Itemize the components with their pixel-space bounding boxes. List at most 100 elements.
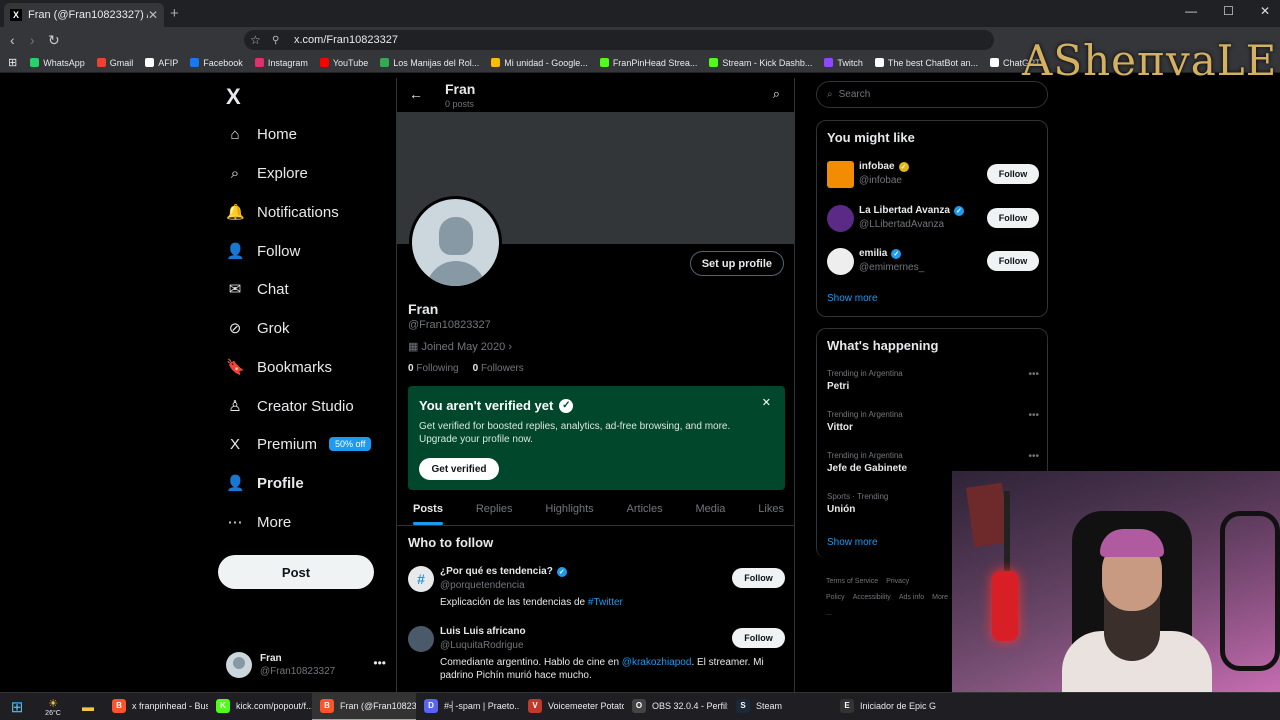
- nav-item-premium[interactable]: X Premium 50% off: [226, 429, 372, 459]
- trend-context: Trending in Argentina: [827, 451, 903, 460]
- reload-icon[interactable]: ↻: [48, 32, 60, 49]
- get-verified-button[interactable]: Get verified: [419, 458, 499, 480]
- apps-grid-icon[interactable]: ⊞: [8, 56, 17, 69]
- taskbar-app[interactable]: Kkick.com/popout/f...: [208, 693, 312, 720]
- taskbar-app[interactable]: S Steam: [728, 693, 832, 720]
- more-options-icon[interactable]: •••: [1028, 451, 1039, 462]
- show-more-link[interactable]: Show more: [827, 537, 878, 548]
- new-tab-icon[interactable]: +: [170, 5, 179, 22]
- taskbar-app[interactable]: B Fran (@Fran10823...: [312, 692, 416, 720]
- taskbar-app[interactable]: O OBS 32.0.4 - Perfil:...: [624, 693, 728, 720]
- bookmark-item[interactable]: YouTube: [315, 58, 373, 68]
- footer-link[interactable]: Ads info: [899, 594, 924, 601]
- footer-link[interactable]: Terms of Service: [826, 578, 878, 585]
- might-like-item[interactable]: emilia ✓ @emimernes_ Follow: [827, 248, 1039, 278]
- close-tab-icon[interactable]: ✕: [148, 8, 158, 22]
- x-logo-icon[interactable]: X: [226, 84, 241, 110]
- avatar[interactable]: [827, 161, 854, 188]
- nav-item-more[interactable]: ⋯ More: [226, 507, 292, 537]
- suggestion-name[interactable]: ¿Por qué es tendencia? ✓: [440, 566, 567, 577]
- bookmark-item[interactable]: The best ChatBot an...: [870, 58, 983, 68]
- bookmark-item[interactable]: Mi unidad - Google...: [486, 58, 593, 68]
- suggestion-name[interactable]: Luis Luis africano: [440, 626, 526, 637]
- nav-item-follow[interactable]: 👤 Follow: [226, 236, 300, 266]
- trend-item[interactable]: Trending in Argentina Petri •••: [827, 369, 1039, 392]
- taskbar-app[interactable]: E Iniciador de Epic G...: [832, 693, 936, 720]
- show-more-link[interactable]: Show more: [827, 293, 878, 304]
- tab-media[interactable]: Media: [695, 496, 725, 525]
- maximize-icon[interactable]: ☐: [1223, 4, 1234, 18]
- tab-replies[interactable]: Replies: [476, 496, 513, 525]
- follow-button[interactable]: Follow: [987, 208, 1039, 228]
- search-icon[interactable]: ⌕: [773, 86, 780, 102]
- follow-button[interactable]: Follow: [987, 164, 1039, 184]
- more-options-icon[interactable]: •••: [373, 656, 386, 670]
- account-name[interactable]: La Libertad Avanza ✓: [859, 205, 964, 216]
- taskbar-app[interactable]: V Voicemeeter Potato: [520, 693, 624, 720]
- might-like-item[interactable]: infobae ✓ @infobae Follow: [827, 161, 1039, 191]
- tab-posts[interactable]: Posts: [413, 496, 443, 525]
- taskbar-app[interactable]: D #╡-spam | Praeto...: [416, 693, 520, 720]
- bookmark-item[interactable]: Gmail: [92, 58, 139, 68]
- bookmark-item[interactable]: AFIP: [140, 58, 183, 68]
- nav-item-chat[interactable]: ✉ Chat: [226, 274, 289, 304]
- bookmark-page-icon[interactable]: ☆: [250, 33, 261, 47]
- account-switcher[interactable]: Fran @Fran10823327 •••: [226, 648, 386, 682]
- nav-item-bookmarks[interactable]: 🔖 Bookmarks: [226, 352, 332, 382]
- close-window-icon[interactable]: ✕: [1260, 4, 1270, 18]
- profile-avatar[interactable]: [409, 196, 502, 289]
- profile-handle: @Fran10823327: [408, 319, 491, 331]
- start-menu-icon[interactable]: ⊞: [0, 693, 34, 720]
- avatar[interactable]: [827, 205, 854, 232]
- bookmark-item[interactable]: Twitch: [819, 58, 868, 68]
- site-info-icon[interactable]: ⚲: [272, 35, 279, 46]
- url-field[interactable]: ☆ ⚲ x.com/Fran10823327: [244, 30, 994, 50]
- file-explorer-icon[interactable]: ▬: [72, 693, 104, 720]
- account-name[interactable]: emilia ✓: [859, 248, 902, 259]
- following-link[interactable]: 0 Following: [408, 363, 459, 374]
- trend-item[interactable]: Trending in Argentina Vittor •••: [827, 410, 1039, 433]
- follow-button[interactable]: Follow: [732, 568, 785, 588]
- nav-item-notifications[interactable]: 🔔 Notifications: [226, 197, 339, 227]
- bio-link[interactable]: @krakozhiapod: [622, 657, 692, 668]
- setup-profile-button[interactable]: Set up profile: [689, 251, 784, 276]
- minimize-icon[interactable]: —: [1185, 4, 1197, 18]
- nav-item-home[interactable]: ⌂ Home: [226, 119, 297, 149]
- back-arrow-icon[interactable]: ←: [409, 86, 423, 102]
- browser-tab-active[interactable]: X Fran (@Fran10823327) / X ✕: [4, 3, 164, 27]
- tab-articles[interactable]: Articles: [627, 496, 663, 525]
- taskbar-app[interactable]: Bx franpinhead - Bus...: [104, 693, 208, 720]
- forward-icon[interactable]: ›: [30, 32, 35, 48]
- account-name[interactable]: infobae ✓: [859, 161, 909, 172]
- nav-item-label: Premium: [257, 435, 318, 453]
- bookmark-item[interactable]: Facebook: [185, 58, 248, 68]
- post-button[interactable]: Post: [218, 555, 374, 589]
- nav-item-profile[interactable]: 👤 Profile: [226, 468, 304, 498]
- nav-item-explore[interactable]: ⌕ Explore: [226, 158, 308, 188]
- search-input[interactable]: ⌕ Search: [816, 81, 1048, 108]
- more-options-icon[interactable]: •••: [1028, 410, 1039, 421]
- tab-likes[interactable]: Likes: [758, 496, 784, 525]
- nav-item-creator-studio[interactable]: ♙ Creator Studio: [226, 391, 353, 421]
- weather-widget[interactable]: ☀ 26°C: [34, 693, 72, 720]
- back-icon[interactable]: ‹: [10, 32, 15, 48]
- more-options-icon[interactable]: •••: [1028, 369, 1039, 380]
- bookmark-item[interactable]: Los Manijas del Rol...: [375, 58, 484, 68]
- nav-item-grok[interactable]: ⊘ Grok: [226, 313, 290, 343]
- tab-highlights[interactable]: Highlights: [545, 496, 593, 525]
- avatar[interactable]: #: [408, 566, 434, 592]
- joined-date[interactable]: ▦ Joined May 2020 ›: [408, 340, 512, 353]
- bookmark-item[interactable]: Instagram: [250, 58, 313, 68]
- bookmark-item[interactable]: Stream - Kick Dashb...: [704, 58, 817, 68]
- close-icon[interactable]: ✕: [762, 396, 771, 409]
- avatar[interactable]: [827, 248, 854, 275]
- bookmark-item[interactable]: FranPinHead Strea...: [595, 58, 703, 68]
- bookmark-item[interactable]: WhatsApp: [25, 58, 90, 68]
- bio-link[interactable]: #Twitter: [588, 597, 623, 608]
- might-like-item[interactable]: La Libertad Avanza ✓ @LLibertadAvanza Follo…: [827, 205, 1039, 235]
- follow-button[interactable]: Follow: [987, 251, 1039, 271]
- follow-button[interactable]: Follow: [732, 628, 785, 648]
- avatar[interactable]: [408, 626, 434, 652]
- footer-link[interactable]: Accessibility: [853, 594, 891, 601]
- followers-link[interactable]: 0 Followers: [473, 363, 524, 374]
